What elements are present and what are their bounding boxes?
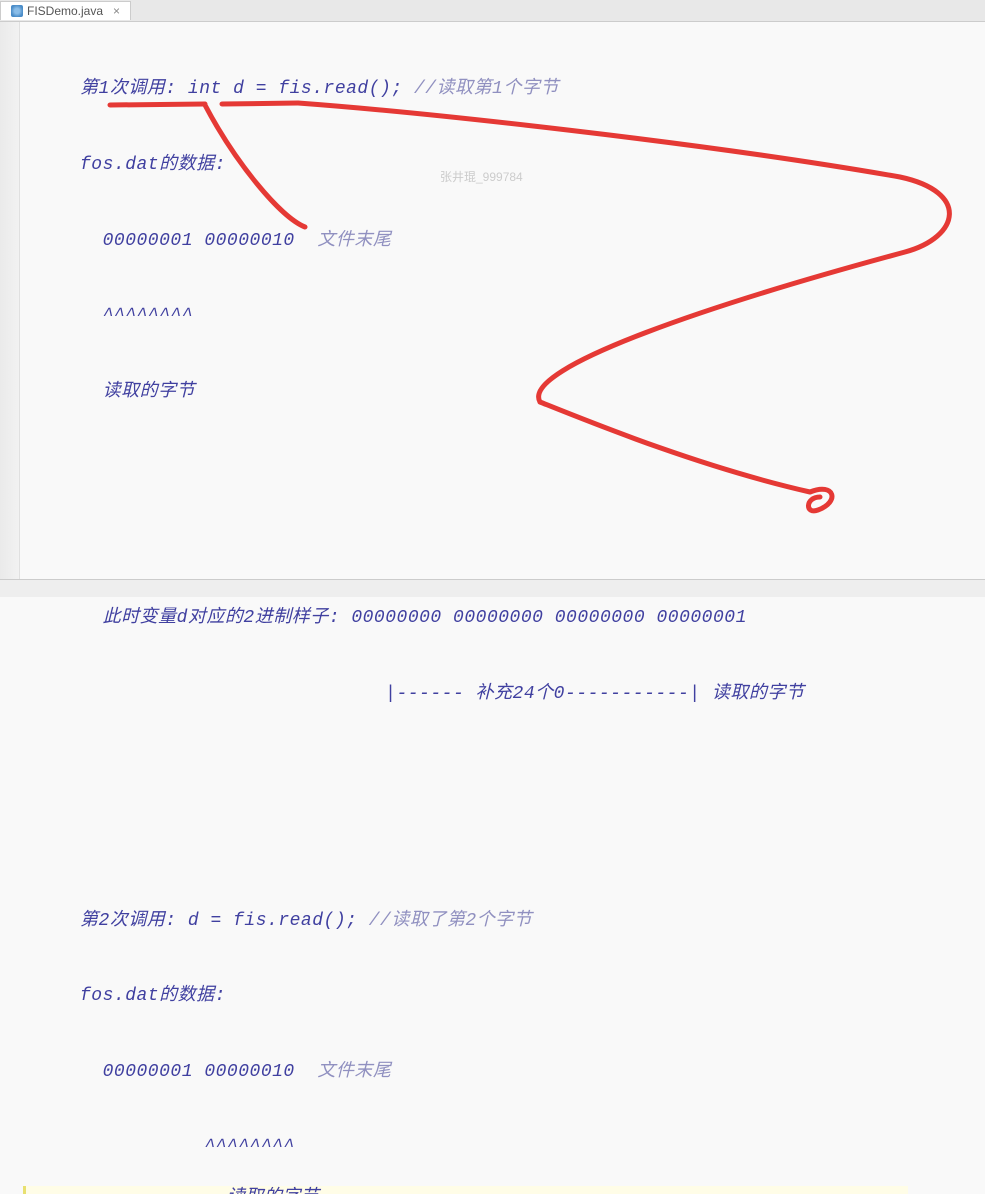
code-line	[80, 455, 965, 480]
tab-bar: FISDemo.java ×	[0, 0, 985, 22]
code-line	[80, 757, 965, 782]
highlighted-line: 读取的字节	[23, 1186, 908, 1194]
file-tab[interactable]: FISDemo.java ×	[0, 1, 131, 20]
code-editor[interactable]: 第1次调用: int d = fis.read(); //读取第1个字节 fos…	[0, 22, 985, 1194]
java-file-icon	[11, 5, 23, 17]
code-line: ^^^^^^^^	[80, 304, 965, 329]
close-icon[interactable]: ×	[113, 4, 120, 18]
tab-filename: FISDemo.java	[27, 4, 103, 18]
code-line: 第1次调用: int d = fis.read(); //读取第1个字节	[80, 77, 965, 102]
code-line	[80, 833, 965, 858]
code-line: 00000001 00000010 文件末尾	[80, 1060, 965, 1085]
code-line: ^^^^^^^^	[80, 1135, 965, 1160]
code-line: fos.dat的数据:	[80, 984, 965, 1009]
code-line: 00000001 00000010 文件末尾	[80, 229, 965, 254]
code-line: 读取的字节	[80, 380, 965, 405]
status-bar	[0, 579, 985, 597]
code-line: |------ 补充24个0-----------| 读取的字节	[80, 682, 965, 707]
code-line: 此时变量d对应的2进制样子: 00000000 00000000 0000000…	[80, 606, 965, 631]
code-line	[80, 531, 965, 556]
code-line: 第2次调用: d = fis.read(); //读取了第2个字节	[80, 909, 965, 934]
code-line: fos.dat的数据:	[80, 153, 965, 178]
